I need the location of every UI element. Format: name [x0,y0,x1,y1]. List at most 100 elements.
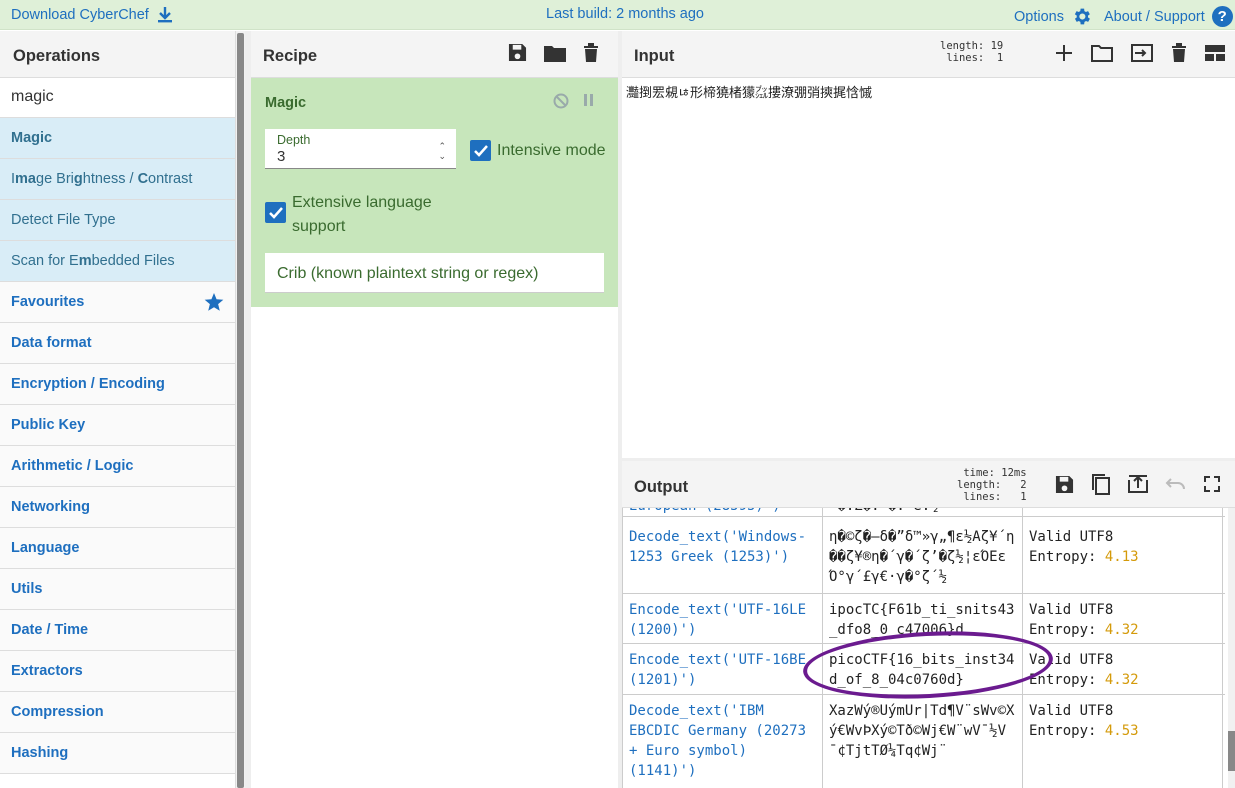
pause-icon[interactable] [583,93,595,107]
category-arithmetic-logic[interactable]: Arithmetic / Logic [0,446,235,487]
category-label: Encryption / Encoding [11,376,165,392]
recipe-cell[interactable]: Decode_text('IBM EBCDIC Germany (20273 +… [629,701,814,781]
star-icon [204,292,224,311]
disable-icon[interactable] [553,93,569,109]
output-title: Output [634,478,689,496]
category-public-key[interactable]: Public Key [0,405,235,446]
recipe-cell[interactable]: Encode_text('UTF-16BE (1201)') [629,650,819,690]
help-icon: ? [1211,6,1233,27]
category-favourites[interactable]: Favourites [0,282,235,323]
magic-title: Magic [265,95,307,111]
depth-stepper-icon[interactable]: ⌃ ⌄ [438,141,446,161]
intensive-mode-checkbox[interactable]: Intensive mode [470,140,606,161]
category-label: Language [11,540,80,556]
properties-cell: Valid UTF8 Entropy: 4.32 [1029,600,1219,640]
input-title: Input [634,47,675,65]
copy-icon[interactable] [1091,473,1111,495]
op-result-image-brightness[interactable]: Image Brightness / Contrast [0,159,235,200]
scrollbar-thumb[interactable] [1228,731,1235,771]
open-folder-icon[interactable] [1091,44,1113,62]
properties-cell: Valid UTF8 Entropy: 4.53 [1029,701,1219,741]
output-panel: Output time: 12ms length: 2 lines: 1 Eur… [622,461,1235,788]
output-table: European (28595)') `�.Ž�.^�.`e.½ Decode_… [622,508,1225,788]
column-divider [1222,508,1223,788]
operations-title: Operations [13,47,101,65]
recipe-cell[interactable]: Decode_text('Windows-1253 Greek (1253)') [629,527,819,567]
result-cell: ipocTC{F61b_ti_snits43_dfo8_0_c47006}d [829,602,1015,638]
category-data-format[interactable]: Data format [0,323,235,364]
category-utils[interactable]: Utils [0,569,235,610]
maximise-icon[interactable] [1204,476,1220,492]
entropy-value: 4.32 [1104,672,1139,688]
about-link[interactable]: About / Support ? [1104,6,1233,27]
op-result-label: Magic [11,130,53,146]
save-output-icon[interactable] [1055,475,1074,494]
intensive-mode-label: Intensive mode [497,141,606,159]
column-divider [622,508,623,788]
table-row: Decode_text('Windows-1253 Greek (1253)')… [622,517,1225,594]
column-divider [1022,508,1023,788]
category-label: Extractors [11,663,83,679]
trash-icon[interactable] [583,43,599,62]
category-label: Networking [11,499,90,515]
output-scrollbar[interactable] [1228,508,1235,788]
category-networking[interactable]: Networking [0,487,235,528]
entropy-value: 4.32 [1104,622,1139,638]
entropy-label: Entropy: [1029,549,1105,565]
category-encryption-encoding[interactable]: Encryption / Encoding [0,364,235,405]
validity-text: Valid UTF8 [1029,652,1114,668]
gear-icon [1074,8,1090,25]
op-result-scan-embedded[interactable]: Scan for Embedded Files [0,241,235,282]
entropy-label: Entropy: [1029,723,1105,739]
category-date-time[interactable]: Date / Time [0,610,235,651]
op-result-magic[interactable]: Magic [0,118,235,159]
recipe-cell[interactable]: Encode_text('UTF-16LE (1200)') [629,600,819,640]
add-tab-icon[interactable] [1055,44,1073,62]
recipe-title: Recipe [263,47,318,65]
table-row: Encode_text('UTF-16BE (1201)') picoCTF{1… [622,644,1225,695]
category-hashing[interactable]: Hashing [0,733,235,774]
folder-icon[interactable] [544,44,566,62]
validity-text: Valid UTF8 [1029,602,1114,618]
clear-input-icon[interactable] [1171,43,1187,62]
op-result-label: Scan for Embedded Files [11,253,175,269]
open-file-icon[interactable] [1131,43,1153,62]
operations-scrollbar[interactable] [236,31,245,788]
category-label: Utils [11,581,43,597]
category-label: Date / Time [11,622,89,638]
layout-icon[interactable] [1205,44,1225,61]
entropy-value: 4.13 [1104,549,1139,565]
entropy-label: Entropy: [1029,672,1105,688]
undo-icon[interactable] [1165,477,1187,491]
depth-label: Depth [277,133,311,147]
validity-text: Valid UTF8 [1029,703,1114,719]
scrollbar-thumb[interactable] [237,33,244,788]
recipe-cell[interactable]: European (28595)') [629,508,819,516]
op-result-detect-file-type[interactable]: Detect File Type [0,200,235,241]
replace-input-icon[interactable] [1128,475,1148,493]
category-label: Data format [11,335,92,351]
result-cell: η�©ζ�―δ�”δ™»γ„¶ε½Αζ¥΄η��ζ¥®η�΄γ�΄ζ’�ζ½¦ε… [829,529,1015,585]
category-extractors[interactable]: Extractors [0,651,235,692]
save-icon[interactable] [508,43,527,62]
category-label: Compression [11,704,104,720]
operations-search-input[interactable]: magic [0,78,235,118]
options-link[interactable]: Options [1014,6,1092,27]
crib-input[interactable]: Crib (known plaintext string or regex) [265,253,604,293]
magic-operation-card: Magic Depth 3 ⌃ ⌄ Intensive mode Extensiv… [251,78,618,307]
category-language[interactable]: Language [0,528,235,569]
operations-panel: Operations magic Magic Image Brightness … [0,31,236,788]
column-divider [822,508,823,788]
input-text[interactable]: 灩捯䍔䙻ㄶ形楴獟楮獴㌴摟潦弸弰摤捤㤷慽 [622,78,1235,105]
extensive-language-label-2: support [292,218,346,235]
table-row: Decode_text('IBM EBCDIC Germany (20273 +… [622,695,1225,788]
extensive-language-checkbox[interactable]: Extensive language support [265,191,432,239]
op-result-label: Detect File Type [11,212,116,228]
input-stats: length: 19 lines: 1 [940,40,1004,64]
category-compression[interactable]: Compression [0,692,235,733]
recipe-panel: Recipe Magic Depth 3 ⌃ ⌄ Intensive mode E… [251,31,618,788]
depth-field[interactable]: Depth 3 ⌃ ⌄ [265,129,456,169]
checkbox-checked-icon [265,202,286,223]
options-label: Options [1014,8,1064,25]
output-stats: time: 12ms length: 2 lines: 1 [957,467,1027,503]
